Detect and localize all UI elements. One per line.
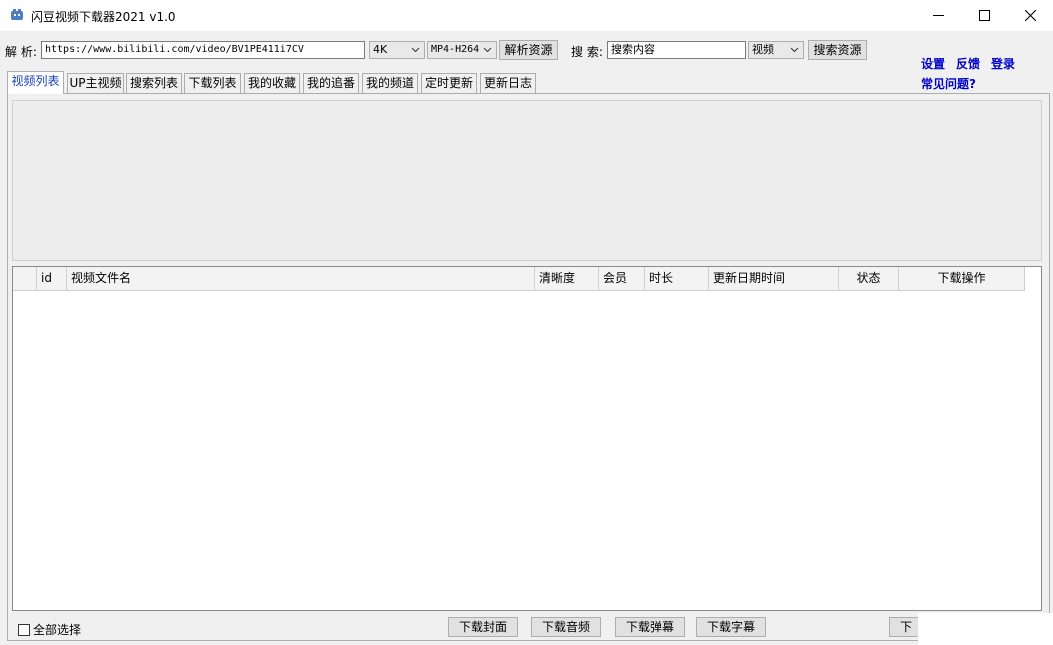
login-link[interactable]: 登录 [991,55,1015,72]
column-header-select[interactable] [13,267,37,291]
app-logo-icon [11,9,23,20]
tab-my-channels[interactable]: 我的频道 [362,73,418,93]
format-select[interactable]: MP4-H264 [427,41,497,59]
chevron-down-icon [790,47,799,53]
url-input[interactable]: https://www.bilibili.com/video/BV1PE411i… [41,41,365,59]
feedback-link[interactable]: 反馈 [956,55,980,72]
search-input[interactable]: 搜索内容 [607,41,746,59]
tab-favorites[interactable]: 我的收藏 [244,73,300,93]
preview-pane [12,100,1042,261]
parse-label: 解 析: [5,45,37,59]
tab-video-list[interactable]: 视频列表 [7,71,64,94]
column-header-duration[interactable]: 时长 [645,267,709,291]
tab-followed-anime[interactable]: 我的追番 [303,73,359,93]
minimize-icon [932,15,944,16]
tab-search-list[interactable]: 搜索列表 [126,73,182,93]
format-select-value: MP4-H264 [431,44,480,55]
video-table[interactable]: id 视频文件名 清晰度 会员 时长 更新日期时间 状态 下载操作 [12,266,1042,611]
column-header-filename[interactable]: 视频文件名 [67,267,535,291]
download-danmaku-button[interactable]: 下载弹幕 [615,617,685,637]
column-header-download-action[interactable]: 下载操作 [899,267,1025,291]
parse-button[interactable]: 解析资源 [499,40,558,60]
faq-link[interactable]: 常见问题? [921,75,976,92]
window-title: 闪豆视频下载器2021 v1.0 [31,10,176,24]
minimize-button[interactable] [915,0,961,31]
select-all-checkbox-wrap[interactable]: 全部选择 [18,621,81,638]
search-type-value: 视频 [752,43,774,56]
settings-link[interactable]: 设置 [921,55,945,72]
close-button[interactable] [1007,0,1053,31]
chevron-down-icon [483,47,492,53]
download-cover-button[interactable]: 下载封面 [448,617,518,637]
tab-download-list[interactable]: 下载列表 [184,73,241,93]
download-subtitle-button[interactable]: 下载字幕 [696,617,766,637]
tab-scheduled-update[interactable]: 定时更新 [421,73,477,93]
tab-up-videos[interactable]: UP主视频 [67,73,124,93]
column-header-vip[interactable]: 会员 [599,267,645,291]
search-type-select[interactable]: 视频 [748,41,804,59]
table-header: id 视频文件名 清晰度 会员 时长 更新日期时间 状态 下载操作 [13,267,1025,291]
column-header-id[interactable]: id [37,267,67,291]
tab-changelog[interactable]: 更新日志 [480,73,536,93]
title-bar: 闪豆视频下载器2021 v1.0 [0,0,1053,31]
select-all-checkbox[interactable] [18,623,30,636]
maximize-button[interactable] [961,0,1007,31]
search-label: 搜 索: [571,45,603,59]
column-header-quality[interactable]: 清晰度 [535,267,599,291]
column-header-status[interactable]: 状态 [839,267,899,291]
maximize-icon [978,10,990,21]
overlay-region [918,613,1053,645]
chevron-down-icon [411,47,420,53]
column-header-update-time[interactable]: 更新日期时间 [709,267,839,291]
quality-select-value: 4K [373,43,388,56]
search-button[interactable]: 搜索资源 [808,40,867,60]
quality-select[interactable]: 4K [369,41,425,59]
close-icon [1024,10,1036,21]
download-audio-button[interactable]: 下载音频 [531,617,601,637]
select-all-label: 全部选择 [33,623,82,637]
